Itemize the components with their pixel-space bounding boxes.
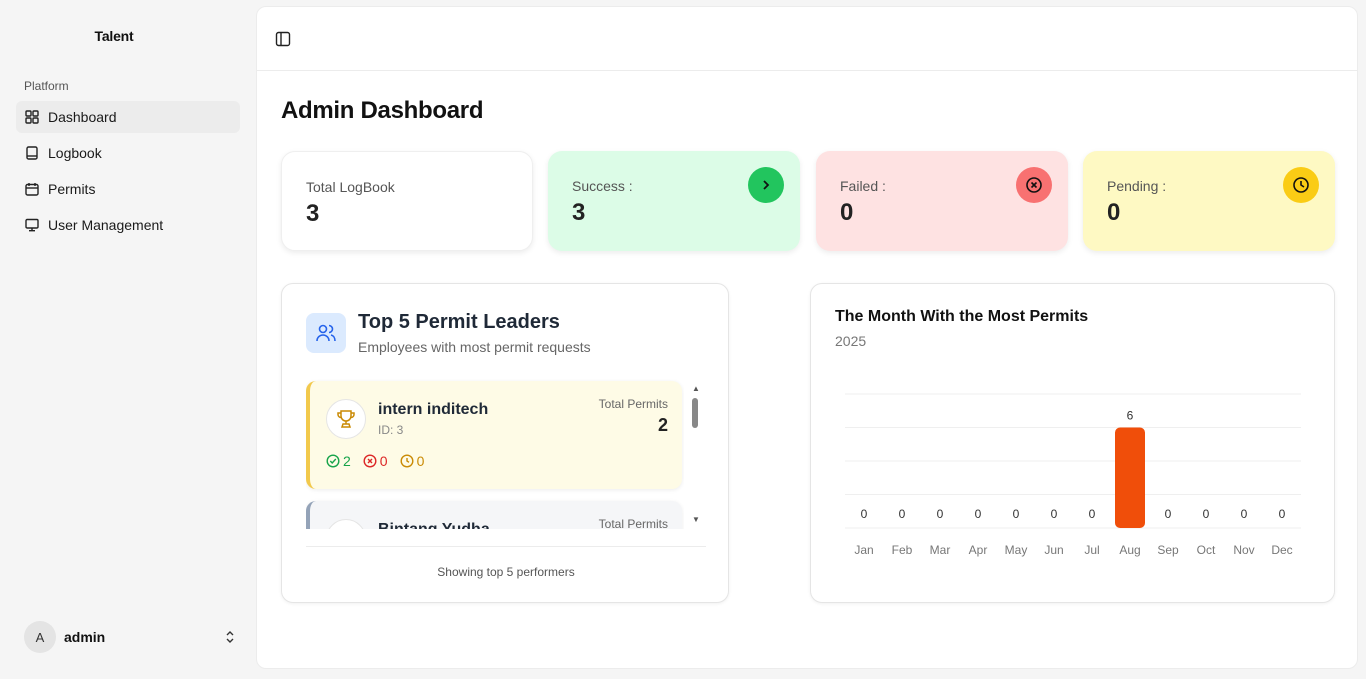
- scroll-thumb[interactable]: [692, 398, 698, 428]
- data-label: 0: [861, 507, 868, 521]
- leader-entry[interactable]: intern inditech ID: 3 Total Permits 2 2 …: [306, 381, 682, 489]
- leader-id: ID: 3: [378, 423, 404, 437]
- data-label: 0: [975, 507, 982, 521]
- stat-label: Pending :: [1107, 178, 1167, 194]
- data-label: 0: [899, 507, 906, 521]
- x-tick-label: Sep: [1157, 543, 1179, 557]
- data-label: 0: [937, 507, 944, 521]
- data-label: 0: [1279, 507, 1286, 521]
- leaders-subtitle: Employees with most permit requests: [358, 339, 591, 355]
- stat-card-success: Success : 3: [548, 151, 800, 251]
- success-count: 2: [326, 453, 351, 469]
- bar: [1115, 427, 1145, 528]
- x-tick-label: Feb: [892, 543, 913, 557]
- data-label: 0: [1013, 507, 1020, 521]
- stat-value: 0: [840, 199, 854, 226]
- total-permits-value: 2: [657, 415, 668, 435]
- chevrons-up-down-icon[interactable]: [222, 629, 238, 645]
- page-title: Admin Dashboard: [281, 97, 484, 124]
- chevron-right-icon[interactable]: [748, 167, 784, 203]
- x-tick-label: Nov: [1233, 543, 1254, 557]
- scroll-down-icon[interactable]: ▼: [692, 515, 700, 524]
- top-bar: [257, 7, 1357, 71]
- x-circle-icon[interactable]: [1016, 167, 1052, 203]
- stat-value: 3: [306, 200, 320, 227]
- user-name: admin: [64, 629, 106, 645]
- users-icon: [306, 313, 346, 353]
- stat-card-failed: Failed : 0: [816, 151, 1068, 251]
- stat-label: Failed :: [840, 178, 886, 194]
- stat-value: 0: [1107, 199, 1121, 226]
- sidebar: Talent Platform Dashboard Logbook Permit…: [0, 0, 256, 679]
- leaders-scrollbar[interactable]: ▲ ▼: [690, 384, 700, 524]
- x-tick-label: May: [1005, 543, 1028, 557]
- pending-count: 0: [400, 453, 425, 469]
- monthly-permits-chart-card: The Month With the Most Permits 2025 0 Ja…: [810, 283, 1335, 603]
- leaders-title: Top 5 Permit Leaders: [358, 311, 560, 333]
- stat-card-total-logbook: Total LogBook 3: [281, 151, 533, 251]
- trophy-icon: [326, 399, 366, 439]
- x-tick-label: Oct: [1197, 543, 1216, 557]
- bar-chart: 0 Jan 0 Feb 0 Mar 0 Apr 0 May 0 Jun 0 Jul 6 Aug 0 Sep 0 Oct…: [845, 393, 1301, 557]
- data-label: 0: [1089, 507, 1096, 521]
- x-tick-label: Mar: [930, 543, 951, 557]
- leader-entry[interactable]: Bintang Yudha Total Permits: [306, 501, 682, 529]
- nav-group-label: Platform: [24, 79, 69, 93]
- sidebar-item-label: User Management: [48, 217, 164, 233]
- permit-leaders-card: Top 5 Permit Leaders Employees with most…: [281, 283, 729, 603]
- x-tick-label: Dec: [1271, 543, 1292, 557]
- sidebar-item-permits[interactable]: Permits: [16, 173, 240, 205]
- sidebar-item-dashboard[interactable]: Dashboard: [16, 101, 240, 133]
- user-menu[interactable]: A admin: [24, 621, 238, 653]
- stat-card-pending: Pending : 0: [1083, 151, 1335, 251]
- data-label: 0: [1165, 507, 1172, 521]
- sidebar-item-label: Logbook: [48, 145, 102, 161]
- failed-count-value: 0: [379, 453, 388, 469]
- x-circle-icon: [363, 454, 377, 468]
- calendar-icon: [24, 181, 40, 197]
- scroll-up-icon[interactable]: ▲: [692, 384, 700, 393]
- leader-name: intern inditech: [378, 401, 489, 418]
- avatar: A: [24, 621, 56, 653]
- leaders-list[interactable]: intern inditech ID: 3 Total Permits 2 2 …: [306, 379, 684, 529]
- leader-name: Bintang Yudha: [378, 521, 490, 529]
- leader-stats: 2 0 0: [326, 453, 424, 469]
- data-label: 0: [1051, 507, 1058, 521]
- dashboard-grid-icon: [24, 109, 40, 125]
- sidebar-item-user-management[interactable]: User Management: [16, 209, 240, 241]
- app-root: Talent Platform Dashboard Logbook Permit…: [0, 0, 1366, 679]
- x-tick-label: Jul: [1084, 543, 1099, 557]
- x-tick-label: Apr: [969, 543, 988, 557]
- sidebar-item-logbook[interactable]: Logbook: [16, 137, 240, 169]
- success-count-value: 2: [343, 453, 351, 469]
- stat-label: Success :: [572, 178, 633, 194]
- sidebar-item-label: Dashboard: [48, 109, 117, 125]
- sidebar-nav: Dashboard Logbook Permits User Managemen…: [16, 101, 240, 245]
- x-tick-label: Jun: [1044, 543, 1063, 557]
- data-label: 6: [1127, 409, 1134, 423]
- total-permits-label: Total Permits: [598, 517, 668, 529]
- x-tick-label: Aug: [1119, 543, 1140, 557]
- x-tick-label: Jan: [854, 543, 873, 557]
- clock-icon[interactable]: [1283, 167, 1319, 203]
- pending-count-value: 0: [416, 453, 425, 469]
- stat-label: Total LogBook: [306, 179, 395, 195]
- failed-count: 0: [363, 453, 388, 469]
- brand-logo[interactable]: Talent: [0, 28, 228, 44]
- medal-icon: [326, 519, 366, 529]
- sidebar-toggle-icon[interactable]: [274, 30, 292, 48]
- clock-icon: [400, 454, 414, 468]
- monitor-icon: [24, 217, 40, 233]
- leaders-footer: Showing top 5 performers: [306, 546, 706, 579]
- total-permits-label: Total Permits: [598, 397, 668, 411]
- data-label: 0: [1203, 507, 1210, 521]
- main-panel: Admin Dashboard Total LogBook 3 Success …: [256, 6, 1358, 669]
- data-label: 0: [1241, 507, 1248, 521]
- book-icon: [24, 145, 40, 161]
- sidebar-item-label: Permits: [48, 181, 96, 197]
- stat-value: 3: [572, 199, 586, 226]
- check-circle-icon: [326, 454, 340, 468]
